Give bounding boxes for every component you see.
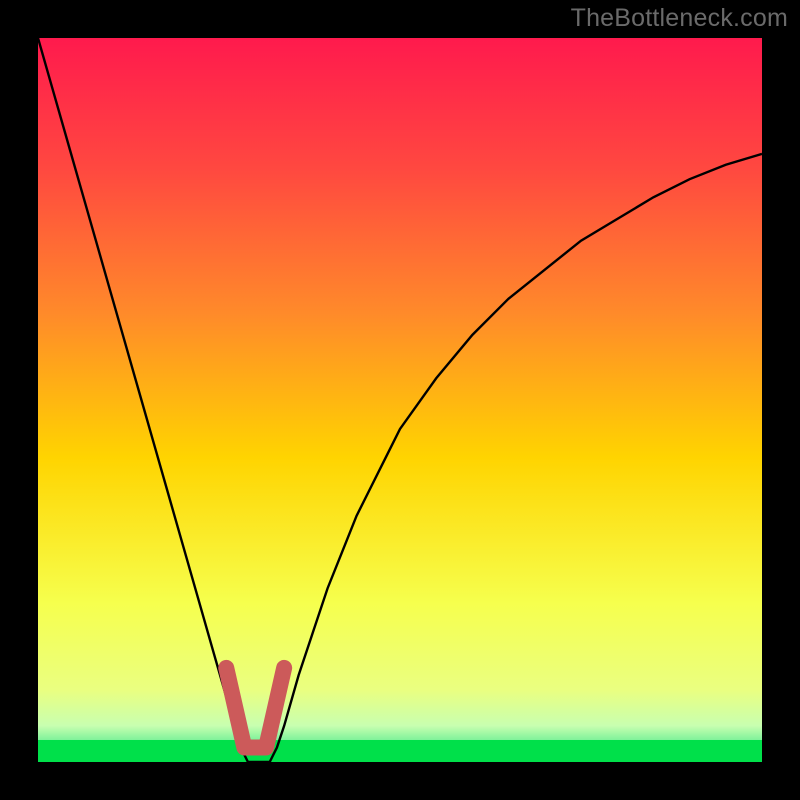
chart-outer-frame: TheBottleneck.com [0, 0, 800, 800]
chart-svg [38, 38, 762, 762]
green-band [38, 740, 762, 762]
watermark-text: TheBottleneck.com [571, 4, 788, 33]
background-gradient [38, 38, 762, 762]
plot-area [38, 38, 762, 762]
